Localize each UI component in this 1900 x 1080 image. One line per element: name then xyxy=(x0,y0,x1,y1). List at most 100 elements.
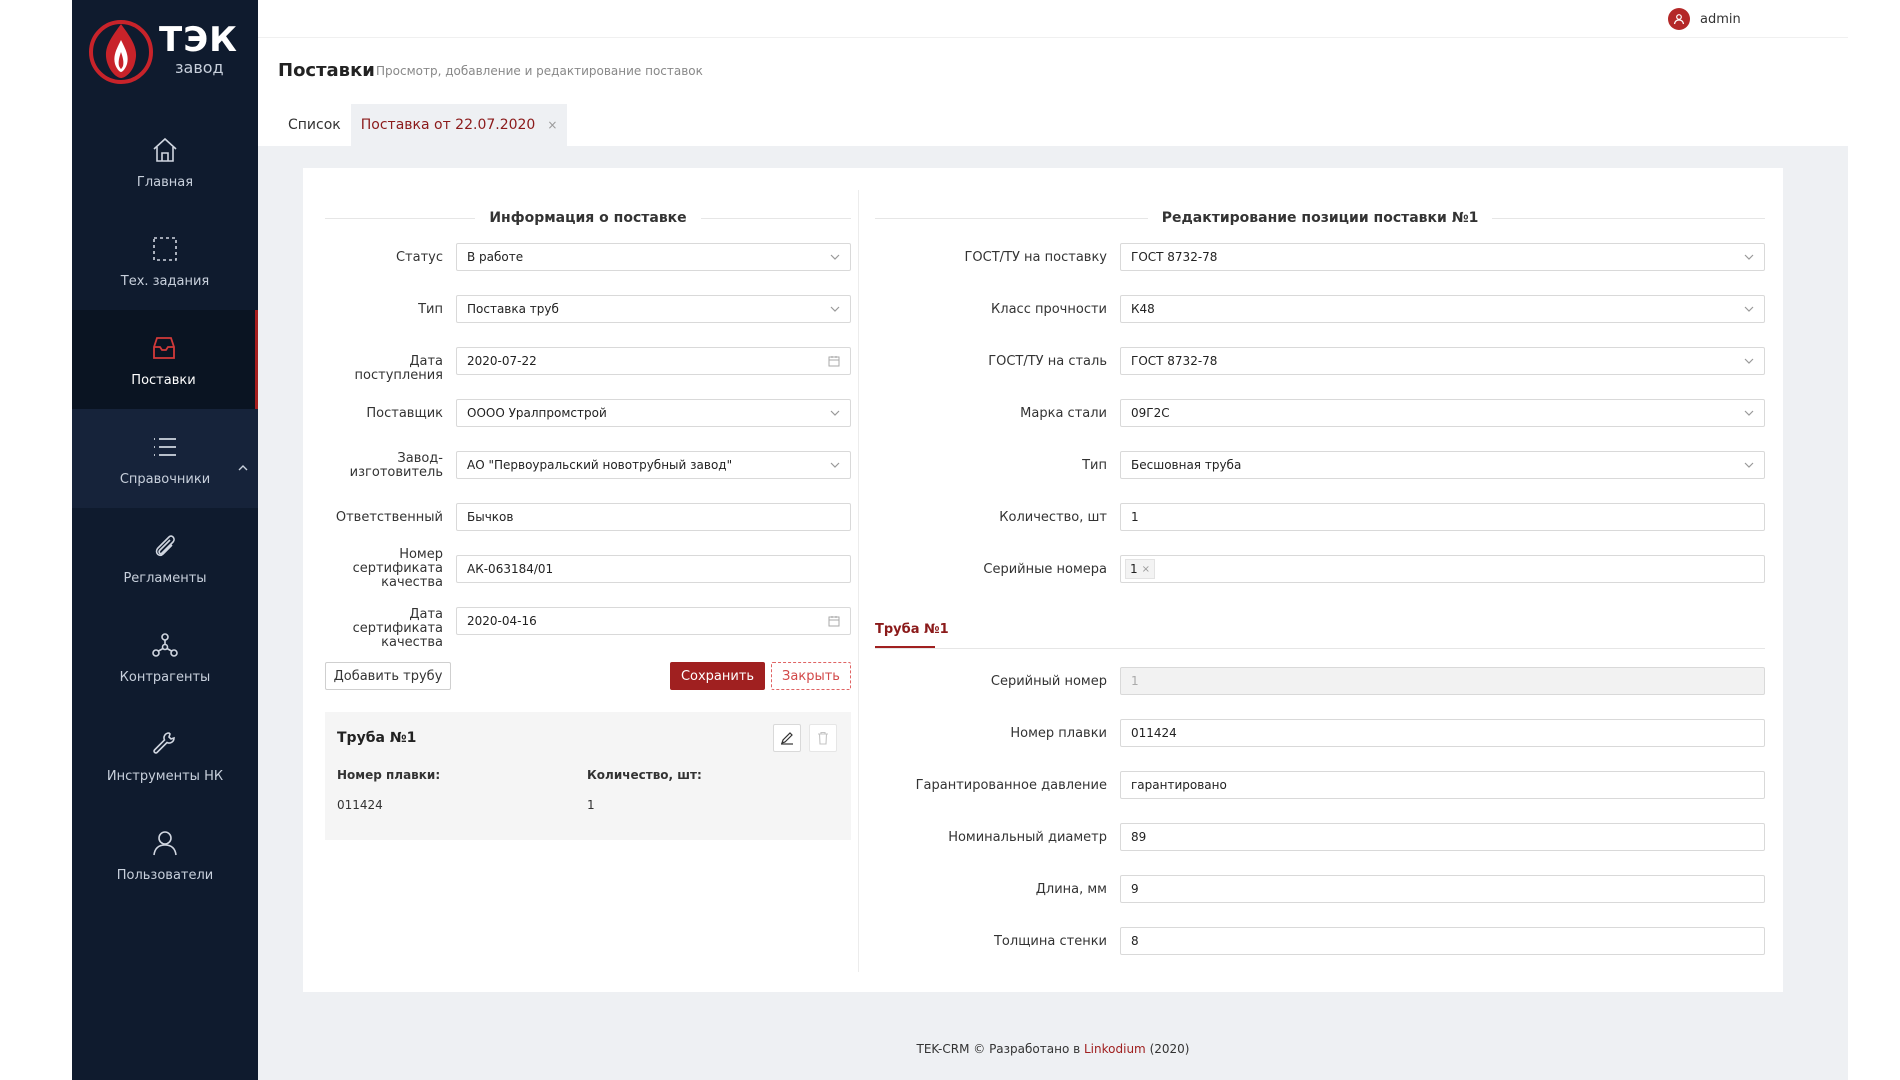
cert-number-input[interactable]: АК-063184/01 xyxy=(456,555,851,583)
user-name: admin xyxy=(1700,11,1741,27)
page-title: Поставки xyxy=(278,60,375,81)
responsible-input[interactable]: Бычков xyxy=(456,503,851,531)
paperclip-icon xyxy=(148,529,182,563)
chevron-down-icon xyxy=(830,410,840,416)
serial-number-label: Серийный номер xyxy=(990,674,1107,689)
close-button[interactable]: Закрыть xyxy=(771,662,851,690)
supplier-label: Поставщик xyxy=(366,406,443,421)
sidebar-item-label: Контрагенты xyxy=(119,670,211,685)
cert-date-picker[interactable]: 2020-04-16 xyxy=(456,607,851,635)
sidebar: ТЭК завод Главная Тех. задания Поставки xyxy=(72,0,258,1080)
status-select[interactable]: В работе xyxy=(456,243,851,271)
page-subtitle: Просмотр, добавление и редактирование по… xyxy=(376,64,703,78)
sidebar-item-label: Главная xyxy=(136,175,194,190)
steel-grade-label: Марка стали xyxy=(1020,406,1107,421)
save-button[interactable]: Сохранить xyxy=(670,662,765,690)
footer-link[interactable]: Linkodium xyxy=(1084,1042,1146,1056)
divider xyxy=(875,648,1765,649)
calendar-icon xyxy=(828,356,840,367)
quantity-label: Количество, шт: xyxy=(587,768,702,782)
tab-list[interactable]: Список xyxy=(278,104,351,146)
tab-delivery[interactable]: Поставка от 22.07.2020 × xyxy=(350,104,568,146)
chevron-down-icon xyxy=(1744,306,1754,312)
edit-section-title: Редактирование позиции поставки №1 xyxy=(875,208,1765,228)
length-input[interactable]: 9 xyxy=(1120,875,1765,903)
delete-pipe-button[interactable] xyxy=(809,724,837,752)
list-icon xyxy=(148,430,182,464)
heat-number-label: Номер плавки xyxy=(1010,726,1107,741)
tab-underline xyxy=(875,646,935,648)
strength-class-select[interactable]: К48 xyxy=(1120,295,1765,323)
sidebar-item-regulations[interactable]: Регламенты xyxy=(72,508,258,607)
brand-name: ТЭК xyxy=(159,20,238,60)
gost-label: ГОСТ/ТУ на поставку xyxy=(964,250,1108,265)
sidebar-item-contractors[interactable]: Контрагенты xyxy=(72,607,258,706)
pipe-title: Труба №1 xyxy=(337,730,417,746)
wrench-icon xyxy=(148,727,182,761)
gost-steel-select[interactable]: ГОСТ 8732-78 xyxy=(1120,347,1765,375)
responsible-label: Ответственный xyxy=(335,510,443,525)
sidebar-item-directories[interactable]: Справочники xyxy=(72,409,258,508)
user-menu[interactable]: admin xyxy=(1668,8,1741,30)
info-section-title: Информация о поставке xyxy=(325,208,851,228)
diameter-input[interactable]: 89 xyxy=(1120,823,1765,851)
page-header: Поставки Просмотр, добавление и редактир… xyxy=(258,38,1848,146)
sidebar-item-label: Справочники xyxy=(119,472,211,487)
quantity-label: Количество, шт xyxy=(999,510,1107,525)
trash-icon xyxy=(818,731,828,745)
quantity-input[interactable]: 1 xyxy=(1120,503,1765,531)
tab-label: Поставка от 22.07.2020 xyxy=(360,117,536,133)
chevron-down-icon xyxy=(1744,462,1754,468)
main-area: admin Поставки Просмотр, добавление и ре… xyxy=(258,0,1848,1080)
sidebar-item-deliveries[interactable]: Поставки xyxy=(72,310,258,409)
serial-tag: 1 × xyxy=(1125,559,1156,579)
heat-number-label: Номер плавки: xyxy=(337,768,441,782)
tabs: Список Поставка от 22.07.2020 × xyxy=(278,104,568,146)
pressure-input[interactable]: гарантировано xyxy=(1120,771,1765,799)
sidebar-item-label: Регламенты xyxy=(123,571,207,586)
maker-select[interactable]: АО "Первоуральский новотрубный завод" xyxy=(456,451,851,479)
sidebar-item-users[interactable]: Пользователи xyxy=(72,805,258,904)
add-pipe-button[interactable]: Добавить трубу xyxy=(325,662,451,690)
nodes-icon xyxy=(148,628,182,662)
chevron-down-icon xyxy=(830,254,840,260)
supplier-select[interactable]: ОООО Уралпромстрой xyxy=(456,399,851,427)
strength-class-label: Класс прочности xyxy=(991,302,1107,317)
wall-thickness-label: Толщина стенки xyxy=(993,934,1107,949)
sidebar-item-ndt-tools[interactable]: Инструменты НК xyxy=(72,706,258,805)
chevron-down-icon xyxy=(1744,358,1754,364)
cert-number-label: Номер сертификата качества xyxy=(352,547,443,590)
serial-numbers-input[interactable]: 1 × xyxy=(1120,555,1765,583)
close-icon[interactable]: × xyxy=(1142,564,1150,575)
brand-sub: завод xyxy=(175,58,224,77)
selection-icon xyxy=(148,232,182,266)
type-select[interactable]: Поставка труб xyxy=(456,295,851,323)
chevron-down-icon xyxy=(830,306,840,312)
sidebar-item-tech-tasks[interactable]: Тех. задания xyxy=(72,211,258,310)
gost-select[interactable]: ГОСТ 8732-78 xyxy=(1120,243,1765,271)
sidebar-item-label: Тех. задания xyxy=(120,274,210,289)
home-icon xyxy=(148,133,182,167)
avatar xyxy=(1668,8,1690,30)
diameter-label: Номинальный диаметр xyxy=(948,830,1107,845)
delivery-card: Информация о поставке Статус В работе Ти… xyxy=(303,168,1783,992)
chevron-up-icon[interactable] xyxy=(238,463,248,474)
status-label: Статус xyxy=(395,250,443,265)
tab-pipe-1[interactable]: Труба №1 xyxy=(875,622,949,637)
serial-numbers-label: Серийные номера xyxy=(983,562,1107,577)
wall-thickness-input[interactable]: 8 xyxy=(1120,927,1765,955)
heat-number-value: 011424 xyxy=(337,798,383,812)
heat-number-input[interactable]: 011424 xyxy=(1120,719,1765,747)
close-icon[interactable]: × xyxy=(547,118,557,132)
topbar: admin xyxy=(258,0,1848,38)
pipe-type-select[interactable]: Бесшовная труба xyxy=(1120,451,1765,479)
steel-grade-select[interactable]: 09Г2С xyxy=(1120,399,1765,427)
sidebar-item-label: Поставки xyxy=(131,373,196,388)
user-icon xyxy=(148,826,182,860)
edit-pipe-button[interactable] xyxy=(773,724,801,752)
sidebar-item-home[interactable]: Главная xyxy=(72,112,258,211)
length-label: Длина, мм xyxy=(1035,882,1107,897)
brand-logo[interactable]: ТЭК завод xyxy=(89,16,244,88)
footer: TEK-CRM © Разработано в Linkodium (2020) xyxy=(916,1042,1190,1056)
arrival-date-picker[interactable]: 2020-07-22 xyxy=(456,347,851,375)
